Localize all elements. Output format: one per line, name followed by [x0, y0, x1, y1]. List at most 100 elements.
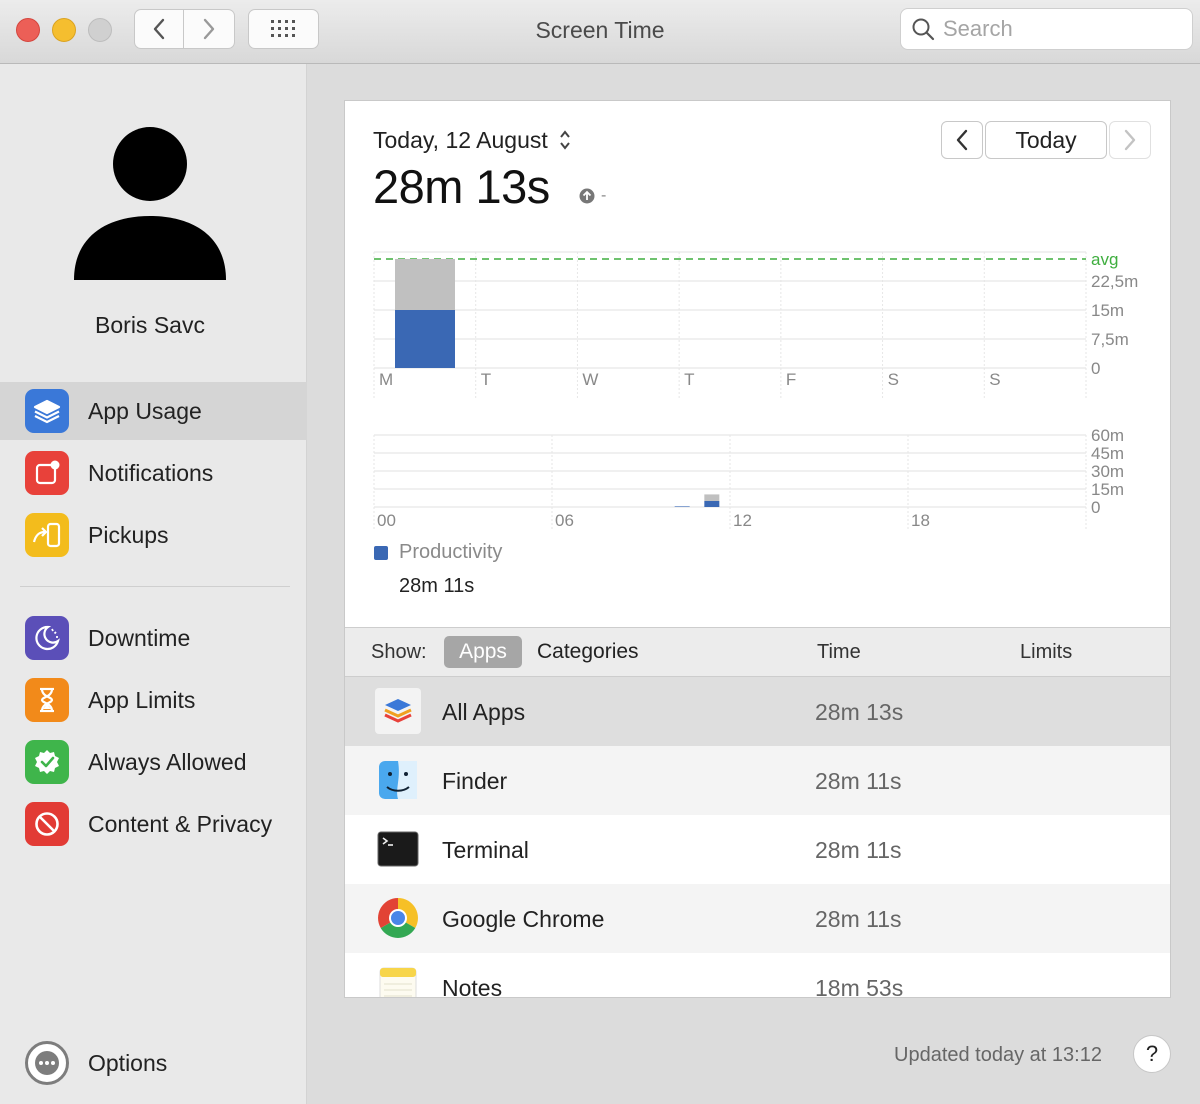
bar [704, 501, 720, 507]
app-name: Terminal [442, 837, 529, 863]
app-usage-icon [25, 389, 69, 433]
app-name: Google Chrome [442, 906, 605, 932]
bar [395, 258, 455, 310]
y-tick-label: 30m [1091, 462, 1124, 481]
finder-icon [375, 757, 421, 803]
y-tick-label: 15m [1091, 480, 1124, 499]
sidebar: Boris Savc App Usage Notifications Picku… [0, 64, 307, 1104]
bar [704, 494, 720, 501]
app-time: 28m 11s [815, 837, 902, 863]
app-name: Finder [442, 768, 508, 794]
search-placeholder: Search [943, 16, 1013, 41]
chevron-right-icon [203, 18, 215, 40]
sidebar-item-downtime[interactable]: Downtime [0, 609, 307, 667]
app-list: All Apps 28m 13s Finder 28m 11s Terminal… [345, 677, 1170, 997]
table-row[interactable]: Google Chrome 28m 11s [345, 884, 1170, 953]
column-header-limits[interactable]: Limits [1020, 641, 1072, 664]
x-tick-label: 00 [377, 511, 396, 530]
y-tick-label: 22,5m [1091, 272, 1138, 291]
table-row[interactable]: Terminal 28m 11s [345, 815, 1170, 884]
last-updated-text: Updated today at 13:12 [894, 1044, 1102, 1066]
app-name: All Apps [442, 699, 526, 725]
chevron-left-icon [153, 18, 165, 40]
always-allowed-icon [25, 740, 69, 784]
y-tick-label: 45m [1091, 444, 1124, 463]
user-name: Boris Savc [95, 312, 205, 338]
more-options-icon [25, 1041, 69, 1085]
title-bar: Screen Time Search [0, 0, 1200, 64]
sidebar-divider [20, 586, 290, 587]
sidebar-item-label: Downtime [88, 624, 191, 651]
back-button[interactable] [134, 9, 184, 49]
search-icon [912, 18, 935, 41]
x-tick-label: F [786, 370, 796, 389]
sidebar-item-label: Always Allowed [88, 748, 247, 775]
sidebar-item-pickups[interactable]: Pickups [0, 506, 307, 564]
table-row[interactable]: Notes 18m 53s [345, 953, 1170, 997]
help-button[interactable]: ? [1133, 1035, 1171, 1073]
minimize-window-button[interactable] [52, 18, 76, 42]
app-time: 28m 11s [815, 768, 902, 794]
sidebar-item-content-privacy[interactable]: Content & Privacy [0, 795, 307, 853]
search-field[interactable]: Search [900, 8, 1193, 50]
sidebar-item-app-limits[interactable]: App Limits [0, 671, 307, 729]
sidebar-item-app-usage[interactable]: App Usage [0, 382, 307, 440]
app-name: Notes [442, 975, 503, 997]
x-tick-label: 12 [733, 511, 752, 530]
window-title: Screen Time [535, 17, 665, 43]
x-tick-label: S [888, 370, 899, 389]
show-label: Show: [371, 641, 427, 663]
x-tick-label: T [684, 370, 694, 389]
sidebar-item-label: Notifications [88, 459, 214, 486]
app-time: 18m 53s [815, 975, 904, 997]
app-limits-icon [25, 678, 69, 722]
terminal-icon [375, 826, 421, 872]
options-label: Options [88, 1049, 168, 1076]
y-tick-label: 7,5m [1091, 330, 1129, 349]
bar [674, 506, 690, 507]
x-tick-label: T [481, 370, 491, 389]
close-window-button[interactable] [16, 18, 40, 42]
table-header: Show: Apps Categories Time Limits [345, 627, 1170, 677]
sidebar-item-label: Content & Privacy [88, 810, 273, 837]
x-tick-label: 18 [911, 511, 930, 530]
notifications-icon [25, 451, 69, 495]
legend-category-time: 28m 11s [399, 575, 475, 597]
table-row[interactable]: All Apps 28m 13s [345, 677, 1170, 746]
content-privacy-icon [25, 802, 69, 846]
show-all-button[interactable] [248, 9, 319, 49]
x-tick-label: W [582, 370, 598, 389]
chrome-icon [375, 895, 421, 941]
legend-swatch [374, 546, 388, 560]
app-time: 28m 11s [815, 906, 902, 932]
bar [395, 310, 455, 368]
segment-categories[interactable]: Categories [537, 640, 639, 664]
notes-icon [375, 964, 421, 997]
zoom-window-button[interactable] [88, 18, 112, 42]
sidebar-item-label: App Limits [88, 686, 196, 713]
segment-apps[interactable]: Apps [444, 636, 522, 668]
column-header-time[interactable]: Time [817, 641, 861, 664]
usage-panel: Today, 12 August 28m 13s - Today 0 7,5m 15… [344, 100, 1171, 998]
sidebar-item-notifications[interactable]: Notifications [0, 444, 307, 502]
sidebar-item-always-allowed[interactable]: Always Allowed [0, 733, 307, 791]
forward-button[interactable] [184, 9, 235, 49]
y-tick-label: 0 [1091, 498, 1100, 517]
x-tick-label: 06 [555, 511, 574, 530]
y-tick-label: 15m [1091, 301, 1124, 320]
pickups-icon [25, 513, 69, 557]
x-tick-label: M [379, 370, 393, 389]
y-tick-label: 60m [1091, 426, 1124, 445]
all-apps-icon [375, 688, 421, 734]
sidebar-item-label: Pickups [88, 521, 169, 548]
table-row[interactable]: Finder 28m 11s [345, 746, 1170, 815]
downtime-icon [25, 616, 69, 660]
options-button[interactable]: Options [0, 1034, 307, 1092]
app-time: 28m 13s [815, 699, 904, 725]
average-label: avg [1091, 250, 1118, 269]
sidebar-item-label: App Usage [88, 397, 202, 424]
legend-category-name: Productivity [399, 541, 503, 563]
usage-charts: 07,5m15m22,5mM T W T F S Savg015m30m45m60m00 06… [373, 250, 1138, 530]
user-avatar-icon [74, 127, 226, 280]
grid-icon [270, 20, 295, 37]
